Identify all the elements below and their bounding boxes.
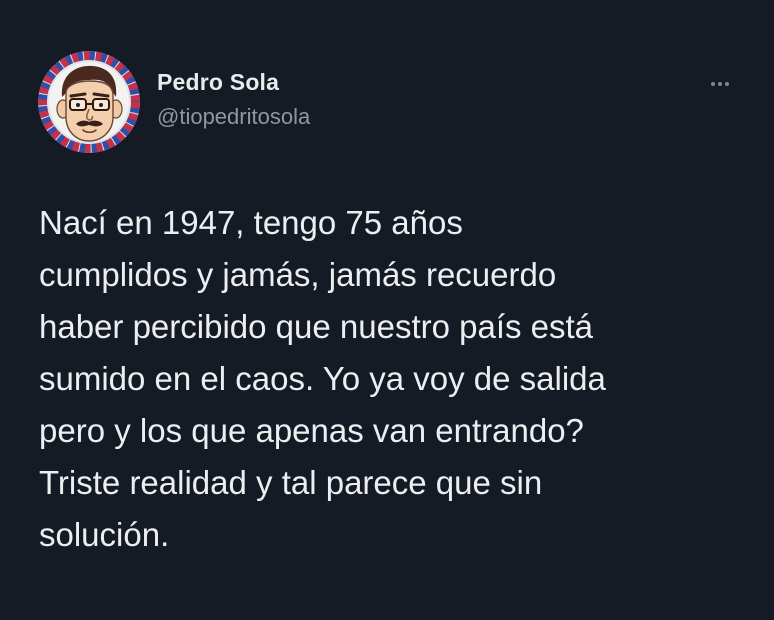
tweet-text-line: sumido en el caos. Yo ya voy de salida xyxy=(39,360,606,397)
caricature-avatar-icon xyxy=(38,51,140,153)
tweet-text-line: solución. xyxy=(39,516,170,553)
more-options-icon xyxy=(718,82,722,86)
tweet-card: Pedro Sola @tiopedritosola Nací en 1947,… xyxy=(0,0,774,620)
more-options-icon xyxy=(725,82,729,86)
more-options-button[interactable] xyxy=(700,72,740,96)
tweet-text-line: haber percibido que nuestro país está xyxy=(39,308,594,345)
tweet-text-line: Triste realidad y tal parece que sin xyxy=(39,464,543,501)
avatar[interactable] xyxy=(38,51,140,153)
author-display-name[interactable]: Pedro Sola xyxy=(157,68,310,96)
author-handle[interactable]: @tiopedritosola xyxy=(157,104,310,130)
tweet-text-line: pero y los que apenas van entrando? xyxy=(39,412,584,449)
tweet-text-line: cumplidos y jamás, jamás recuerdo xyxy=(39,256,557,293)
tweet-text: Nací en 1947, tengo 75 años cumplidos y … xyxy=(39,197,754,561)
more-options-icon xyxy=(711,82,715,86)
tweet-text-line: Nací en 1947, tengo 75 años xyxy=(39,204,463,241)
author-info[interactable]: Pedro Sola @tiopedritosola xyxy=(157,68,310,130)
